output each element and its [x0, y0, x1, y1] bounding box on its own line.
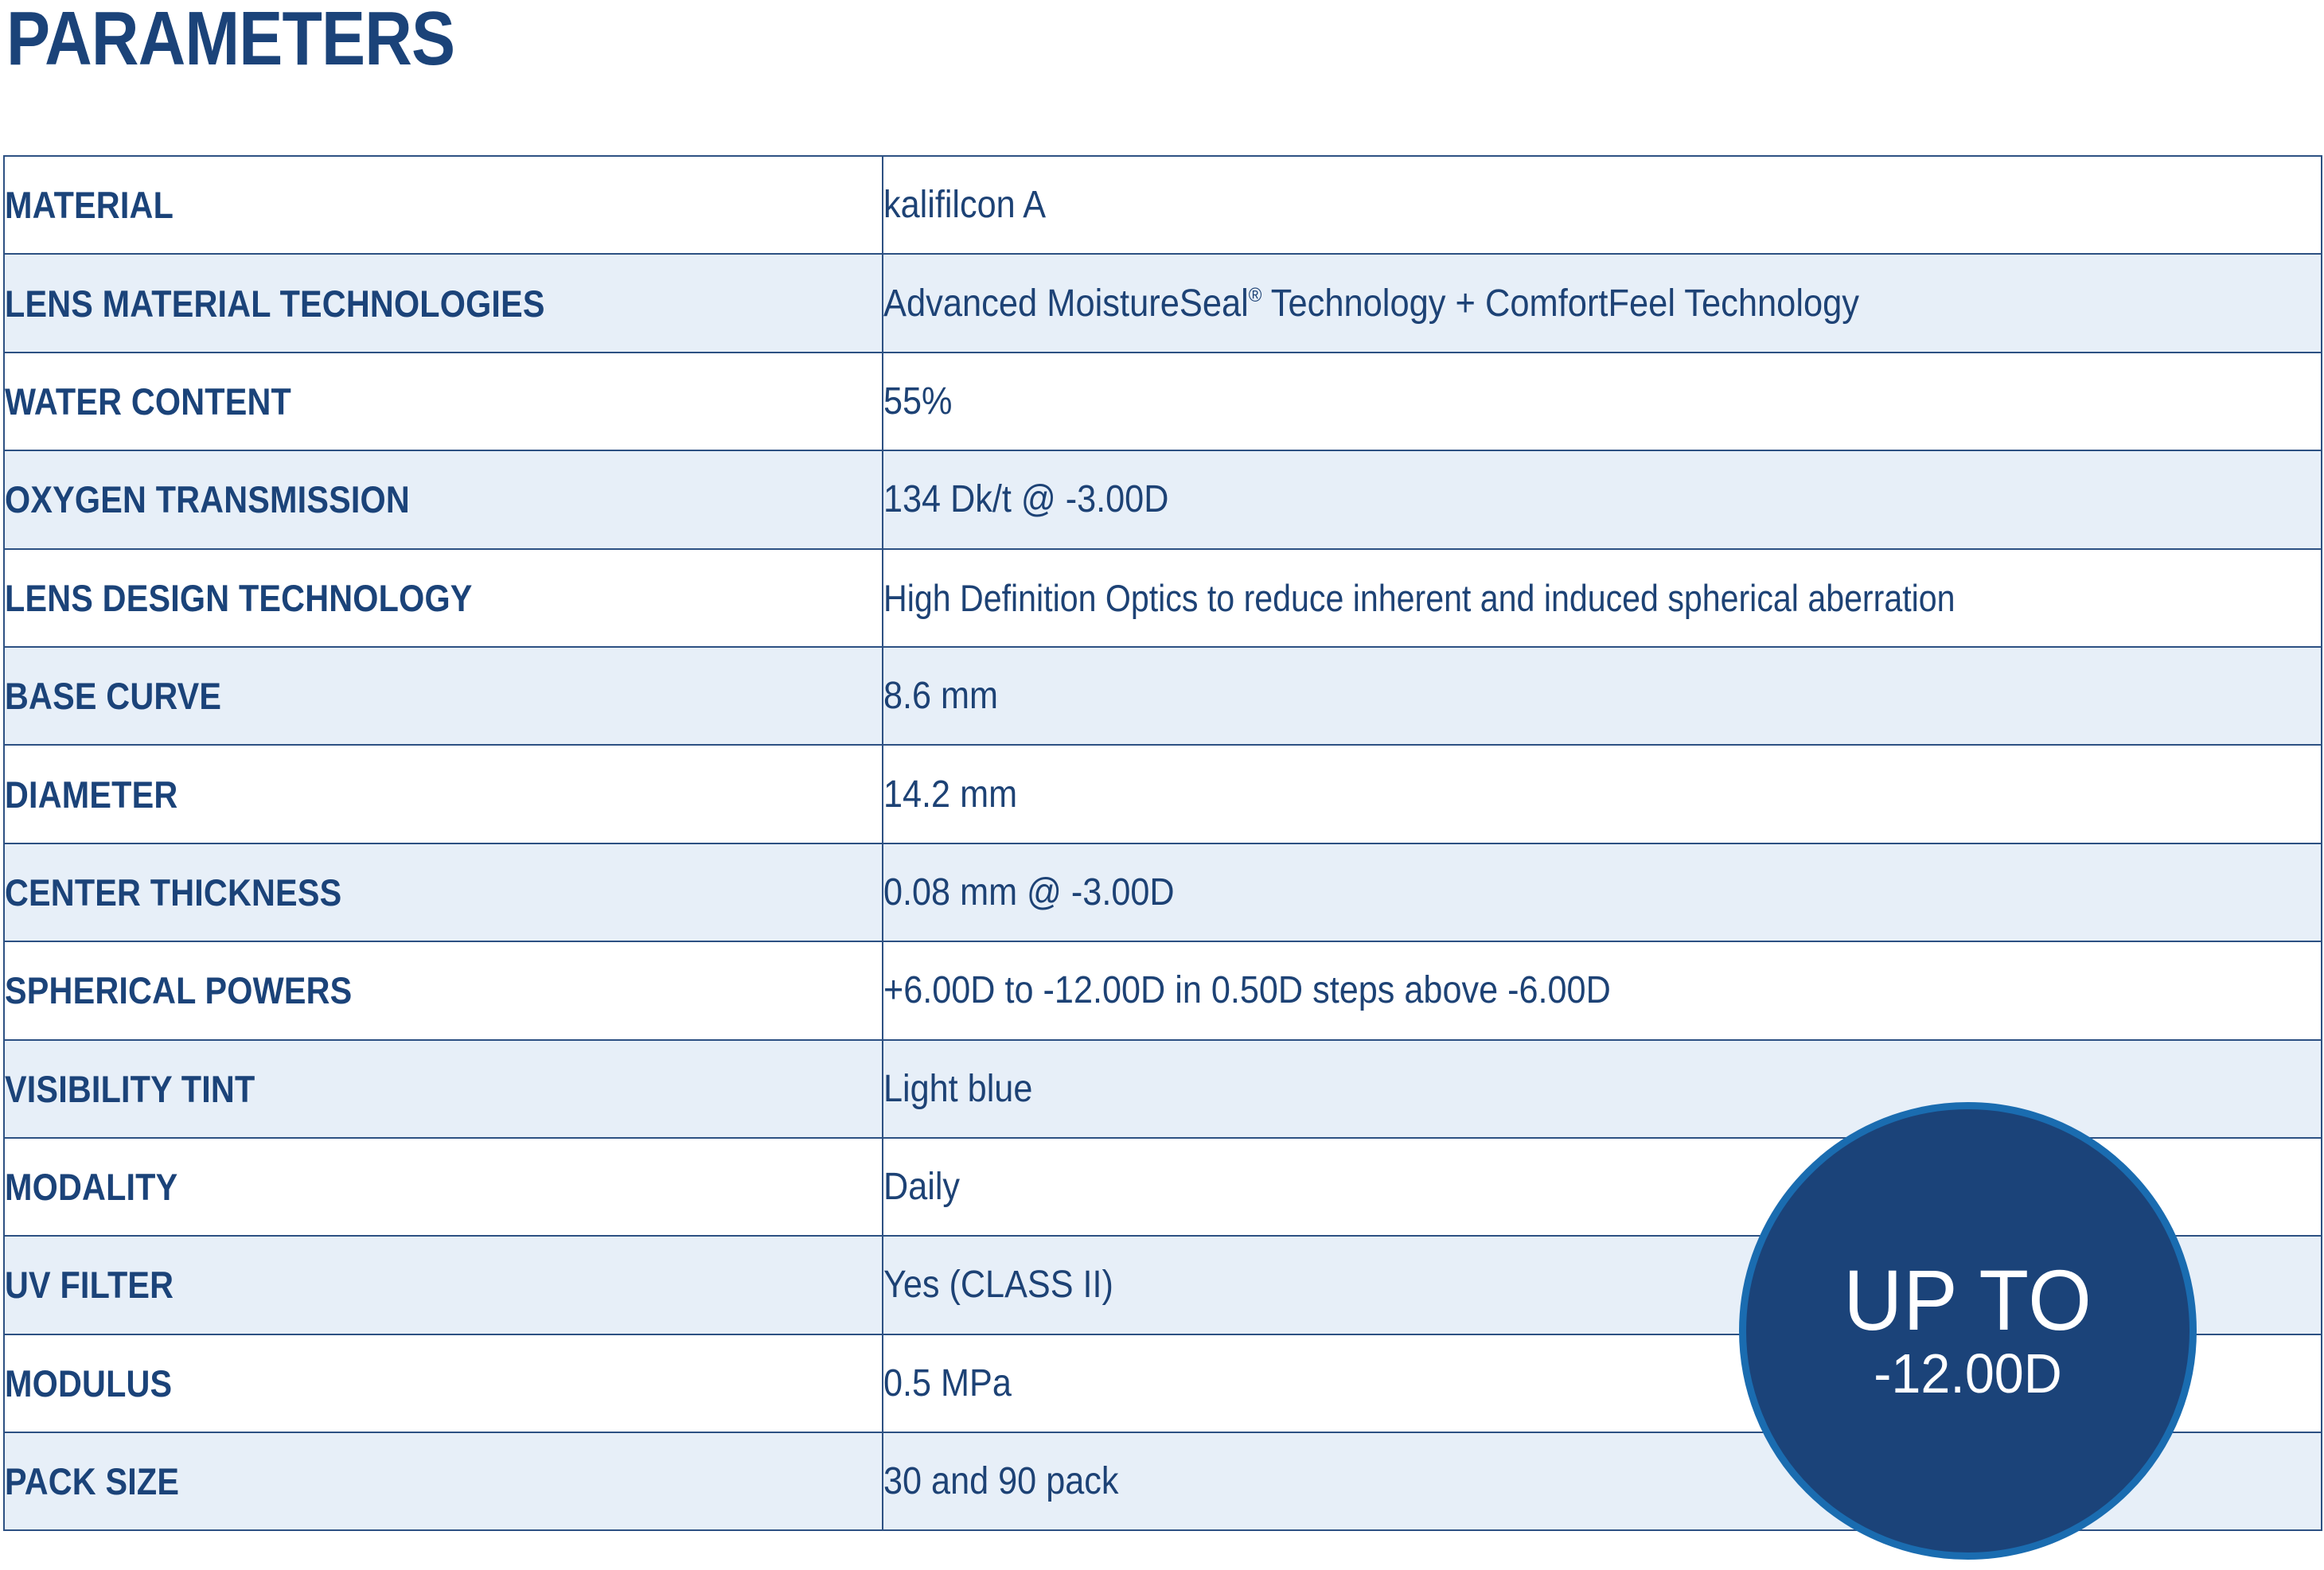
- parameter-label-cell: SPHERICAL POWERS: [3, 941, 883, 1041]
- parameter-value: 8.6 mm: [883, 675, 999, 718]
- parameter-label-cell: LENS MATERIAL TECHNOLOGIES: [3, 253, 883, 353]
- table-row: LENS MATERIAL TECHNOLOGIES Advanced Moist…: [3, 253, 2322, 353]
- table-row: OXYGEN TRANSMISSION 134 Dk/t @ -3.00D: [3, 450, 2322, 550]
- parameter-label-cell: MODALITY: [3, 1136, 883, 1237]
- parameter-label: MODALITY: [5, 1166, 178, 1209]
- parameter-value-cell: 14.2 mm: [882, 744, 2322, 844]
- parameter-label-cell: LENS DESIGN TECHNOLOGY: [3, 547, 883, 648]
- parameter-value: kalifilcon A: [883, 184, 1047, 227]
- parameter-label: PACK SIZE: [5, 1460, 180, 1503]
- parameter-label-cell: MATERIAL: [3, 154, 883, 255]
- parameter-value: +6.00D to -12.00D in 0.50D steps above -…: [883, 969, 1611, 1012]
- parameter-label: SPHERICAL POWERS: [5, 969, 353, 1012]
- parameter-label: VISIBILITY TINT: [5, 1067, 255, 1110]
- parameter-label-cell: UV FILTER: [3, 1235, 883, 1335]
- parameter-value: Daily: [883, 1166, 961, 1209]
- badge-secondary-label: -12.00D: [1874, 1342, 2062, 1404]
- parameter-value-cell: High Definition Optics to reduce inheren…: [882, 547, 2322, 648]
- parameter-value: Advanced MoistureSeal® Technology + Comf…: [883, 282, 1860, 325]
- table-row: LENS DESIGN TECHNOLOGY High Definition Op…: [3, 547, 2322, 648]
- parameter-value-cell: Advanced MoistureSeal® Technology + Comf…: [882, 253, 2322, 353]
- table-row: WATER CONTENT 55%: [3, 351, 2322, 452]
- parameter-value: 0.08 mm @ -3.00D: [883, 871, 1175, 914]
- parameter-label: DIAMETER: [5, 773, 178, 816]
- parameter-value: High Definition Optics to reduce inheren…: [883, 576, 1956, 619]
- parameter-value: 0.5 MPa: [883, 1362, 1012, 1404]
- parameter-label-cell: MODULUS: [3, 1333, 883, 1434]
- parameter-value-cell: +6.00D to -12.00D in 0.50D steps above -…: [882, 941, 2322, 1041]
- parameter-label: MODULUS: [5, 1362, 173, 1404]
- table-row: BASE CURVE 8.6 mm: [3, 645, 2322, 746]
- registered-trademark-mark: ®: [1248, 283, 1262, 306]
- parameter-value: Light blue: [883, 1067, 1033, 1110]
- parameter-value: 55%: [883, 380, 953, 423]
- parameter-label: BASE CURVE: [5, 675, 222, 718]
- page-title: PARAMETERS: [6, 0, 455, 81]
- parameter-value-cell: 134 Dk/t @ -3.00D: [882, 450, 2322, 550]
- parameter-value-cell: 8.6 mm: [882, 645, 2322, 746]
- table-row: CENTER THICKNESS 0.08 mm @ -3.00D: [3, 842, 2322, 943]
- table-row: MATERIAL kalifilcon A: [3, 154, 2322, 255]
- parameter-value-cell: kalifilcon A: [882, 154, 2322, 255]
- parameter-label: WATER CONTENT: [5, 380, 291, 423]
- parameter-label: OXYGEN TRANSMISSION: [5, 478, 410, 521]
- parameter-label: UV FILTER: [5, 1264, 174, 1307]
- parameter-value-cell: Light blue: [882, 1038, 2322, 1139]
- parameter-value: 14.2 mm: [883, 773, 1018, 816]
- parameter-label: LENS MATERIAL TECHNOLOGIES: [5, 282, 545, 325]
- parameter-value: Yes (CLASS II): [883, 1264, 1113, 1307]
- badge-primary-label: UP TO: [1843, 1251, 2092, 1348]
- parameter-label-cell: VISIBILITY TINT: [3, 1038, 883, 1139]
- parameter-label-cell: DIAMETER: [3, 744, 883, 844]
- parameter-label-cell: CENTER THICKNESS: [3, 842, 883, 943]
- table-row: DIAMETER 14.2 mm: [3, 744, 2322, 844]
- parameter-label-cell: WATER CONTENT: [3, 351, 883, 452]
- parameter-value: 30 and 90 pack: [883, 1460, 1119, 1503]
- parameter-label-cell: BASE CURVE: [3, 645, 883, 746]
- table-row: SPHERICAL POWERS +6.00D to -12.00D in 0.5…: [3, 941, 2322, 1041]
- parameter-value: 134 Dk/t @ -3.00D: [883, 478, 1169, 521]
- parameter-label: CENTER THICKNESS: [5, 871, 342, 914]
- up-to-power-badge: UP TO -12.00D: [1739, 1102, 2197, 1560]
- parameter-label-cell: PACK SIZE: [3, 1432, 883, 1532]
- parameter-label: LENS DESIGN TECHNOLOGY: [5, 576, 473, 619]
- parameter-label: MATERIAL: [5, 184, 174, 227]
- parameter-value-cell: 55%: [882, 351, 2322, 452]
- parameter-label-cell: OXYGEN TRANSMISSION: [3, 450, 883, 550]
- parameter-value-cell: 0.08 mm @ -3.00D: [882, 842, 2322, 943]
